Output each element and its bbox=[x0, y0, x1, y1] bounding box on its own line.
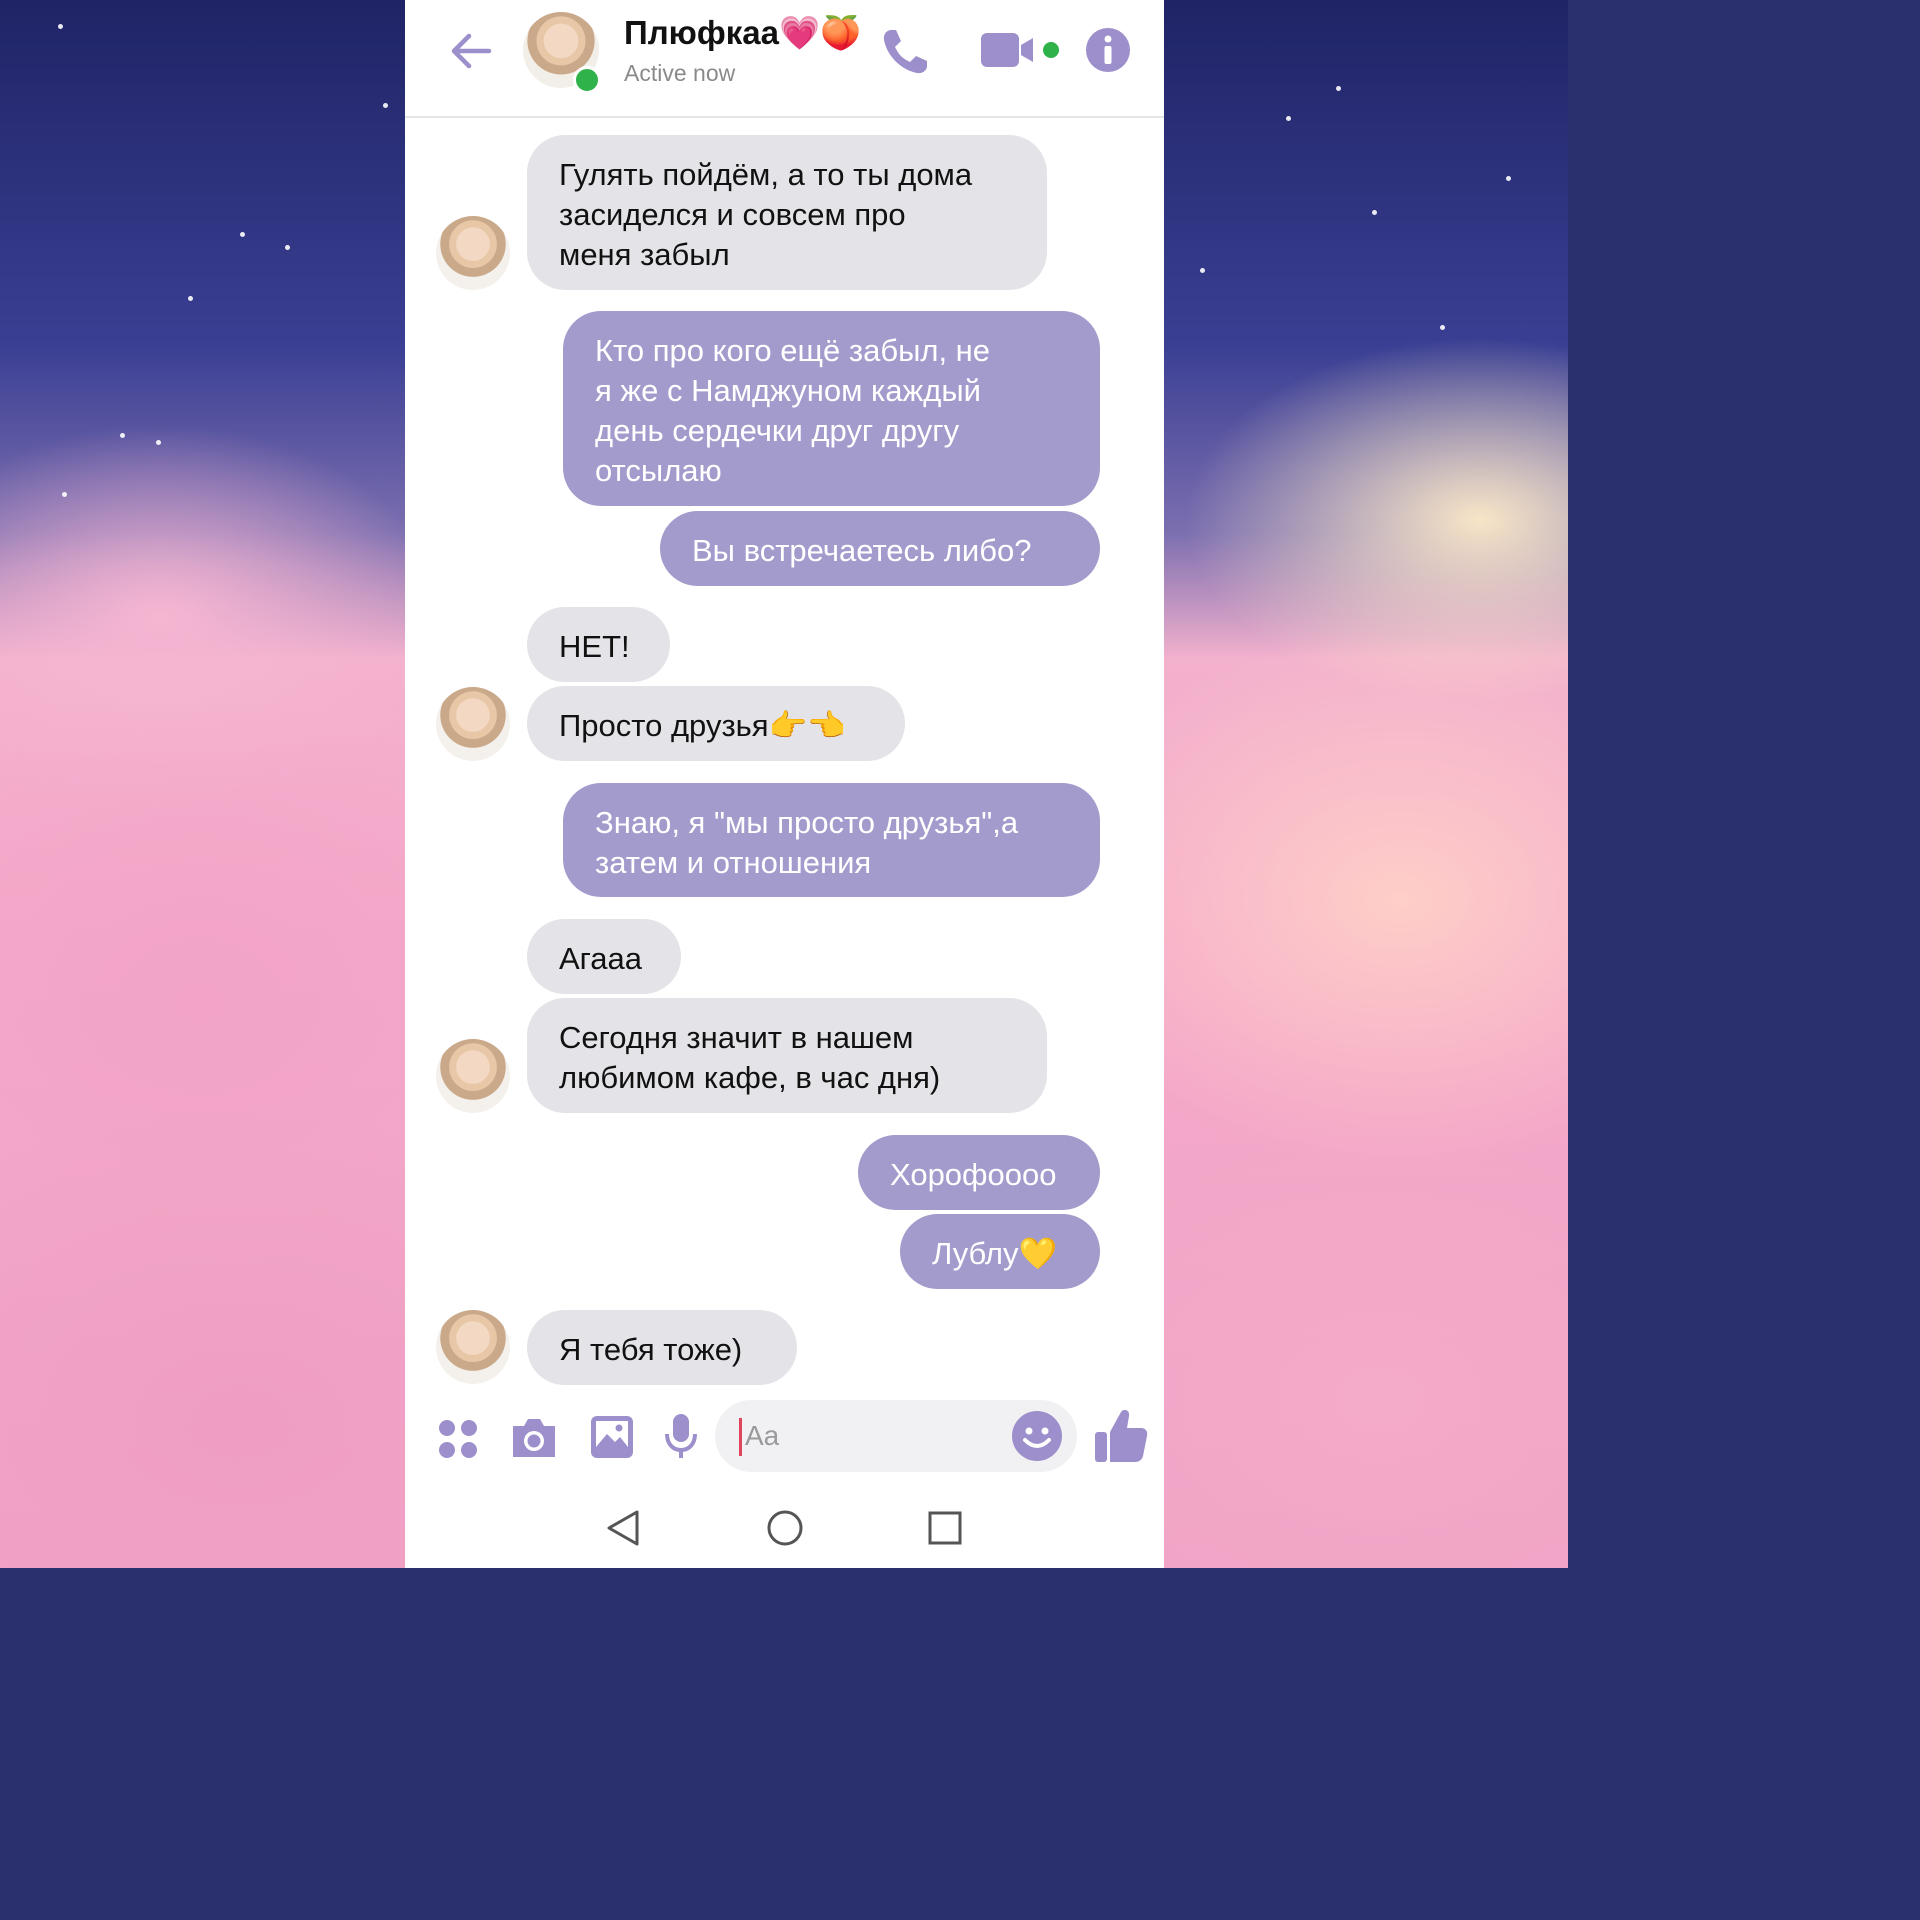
incoming-message[interactable]: Просто друзья👉👈 bbox=[527, 686, 905, 761]
nav-back-icon[interactable] bbox=[605, 1508, 641, 1548]
message-input[interactable]: Aa bbox=[715, 1400, 1077, 1472]
message-input-placeholder: Aa bbox=[745, 1420, 780, 1451]
incoming-message[interactable]: Гулять пойдём, а то ты дома засиделся и … bbox=[527, 135, 1047, 290]
phone-icon[interactable] bbox=[877, 24, 933, 80]
apps-icon[interactable] bbox=[437, 1418, 479, 1460]
star bbox=[1200, 268, 1205, 273]
gallery-icon[interactable] bbox=[589, 1414, 635, 1460]
star bbox=[383, 103, 388, 108]
message-text: Я тебя тоже) bbox=[559, 1332, 743, 1367]
contact-name[interactable]: Плюфкаа💗🍑 bbox=[624, 14, 861, 53]
message-text: Вы встречаетесь либо? bbox=[692, 533, 1032, 568]
outgoing-message[interactable]: Знаю, я "мы просто друзья",а затем и отн… bbox=[563, 783, 1100, 897]
info-icon[interactable] bbox=[1085, 27, 1131, 73]
message-text: Знаю, я "мы просто друзья",а затем и отн… bbox=[595, 805, 1019, 880]
system-navigation-bar bbox=[405, 1490, 1164, 1568]
star bbox=[1286, 116, 1291, 121]
outgoing-message[interactable]: Кто про кого ещё забыл, не я же с Намджу… bbox=[563, 311, 1100, 506]
message-text: Гулять пойдём, а то ты дома засиделся и … bbox=[559, 157, 973, 272]
thumbs-up-icon[interactable] bbox=[1093, 1406, 1149, 1466]
outgoing-message[interactable]: Лублу💛 bbox=[900, 1214, 1100, 1289]
message-text: Хорофоооо bbox=[890, 1157, 1057, 1192]
star bbox=[156, 440, 161, 445]
star bbox=[1336, 86, 1341, 91]
star bbox=[240, 232, 245, 237]
message-text: НЕТ! bbox=[559, 629, 630, 664]
back-arrow-icon[interactable] bbox=[445, 26, 495, 76]
microphone-icon[interactable] bbox=[663, 1412, 699, 1462]
contact-status: Active now bbox=[624, 60, 736, 86]
emoji-icon[interactable] bbox=[1011, 1410, 1063, 1462]
chat-header: Плюфкаа💗🍑 Active now bbox=[405, 0, 1164, 118]
incoming-message[interactable]: Сегодня значит в нашем любимом кафе, в ч… bbox=[527, 998, 1047, 1113]
online-indicator bbox=[573, 66, 601, 94]
incoming-message[interactable]: НЕТ! bbox=[527, 607, 670, 682]
star bbox=[188, 296, 193, 301]
message-text: Кто про кого ещё забыл, не я же с Намджу… bbox=[595, 333, 991, 488]
star bbox=[1506, 176, 1511, 181]
star bbox=[58, 24, 63, 29]
sender-avatar[interactable] bbox=[436, 1039, 510, 1113]
messenger-screen: Плюфкаа💗🍑 Active now Гулять пойдём, а то… bbox=[405, 0, 1164, 1568]
incoming-message[interactable]: Я тебя тоже) bbox=[527, 1310, 797, 1385]
message-text: Агааа bbox=[559, 941, 643, 976]
outgoing-message[interactable]: Хорофоооо bbox=[858, 1135, 1100, 1210]
camera-icon[interactable] bbox=[509, 1416, 559, 1460]
star bbox=[285, 245, 290, 250]
nav-recents-icon[interactable] bbox=[927, 1508, 963, 1548]
star bbox=[120, 433, 125, 438]
incoming-message[interactable]: Агааа bbox=[527, 919, 681, 994]
star bbox=[1372, 210, 1377, 215]
star bbox=[1440, 325, 1445, 330]
sender-avatar[interactable] bbox=[436, 1310, 510, 1384]
message-text: Просто друзья👉👈 bbox=[559, 708, 846, 743]
sender-avatar[interactable] bbox=[436, 216, 510, 290]
message-text: Сегодня значит в нашем любимом кафе, в ч… bbox=[559, 1020, 941, 1095]
star bbox=[62, 492, 67, 497]
nav-home-icon[interactable] bbox=[765, 1508, 805, 1548]
message-composer: Aa bbox=[405, 1398, 1164, 1482]
video-call-icon[interactable] bbox=[979, 30, 1063, 70]
text-cursor bbox=[739, 1418, 742, 1456]
outgoing-message[interactable]: Вы встречаетесь либо? bbox=[660, 511, 1100, 586]
message-text: Лублу💛 bbox=[932, 1236, 1058, 1271]
sender-avatar[interactable] bbox=[436, 687, 510, 761]
